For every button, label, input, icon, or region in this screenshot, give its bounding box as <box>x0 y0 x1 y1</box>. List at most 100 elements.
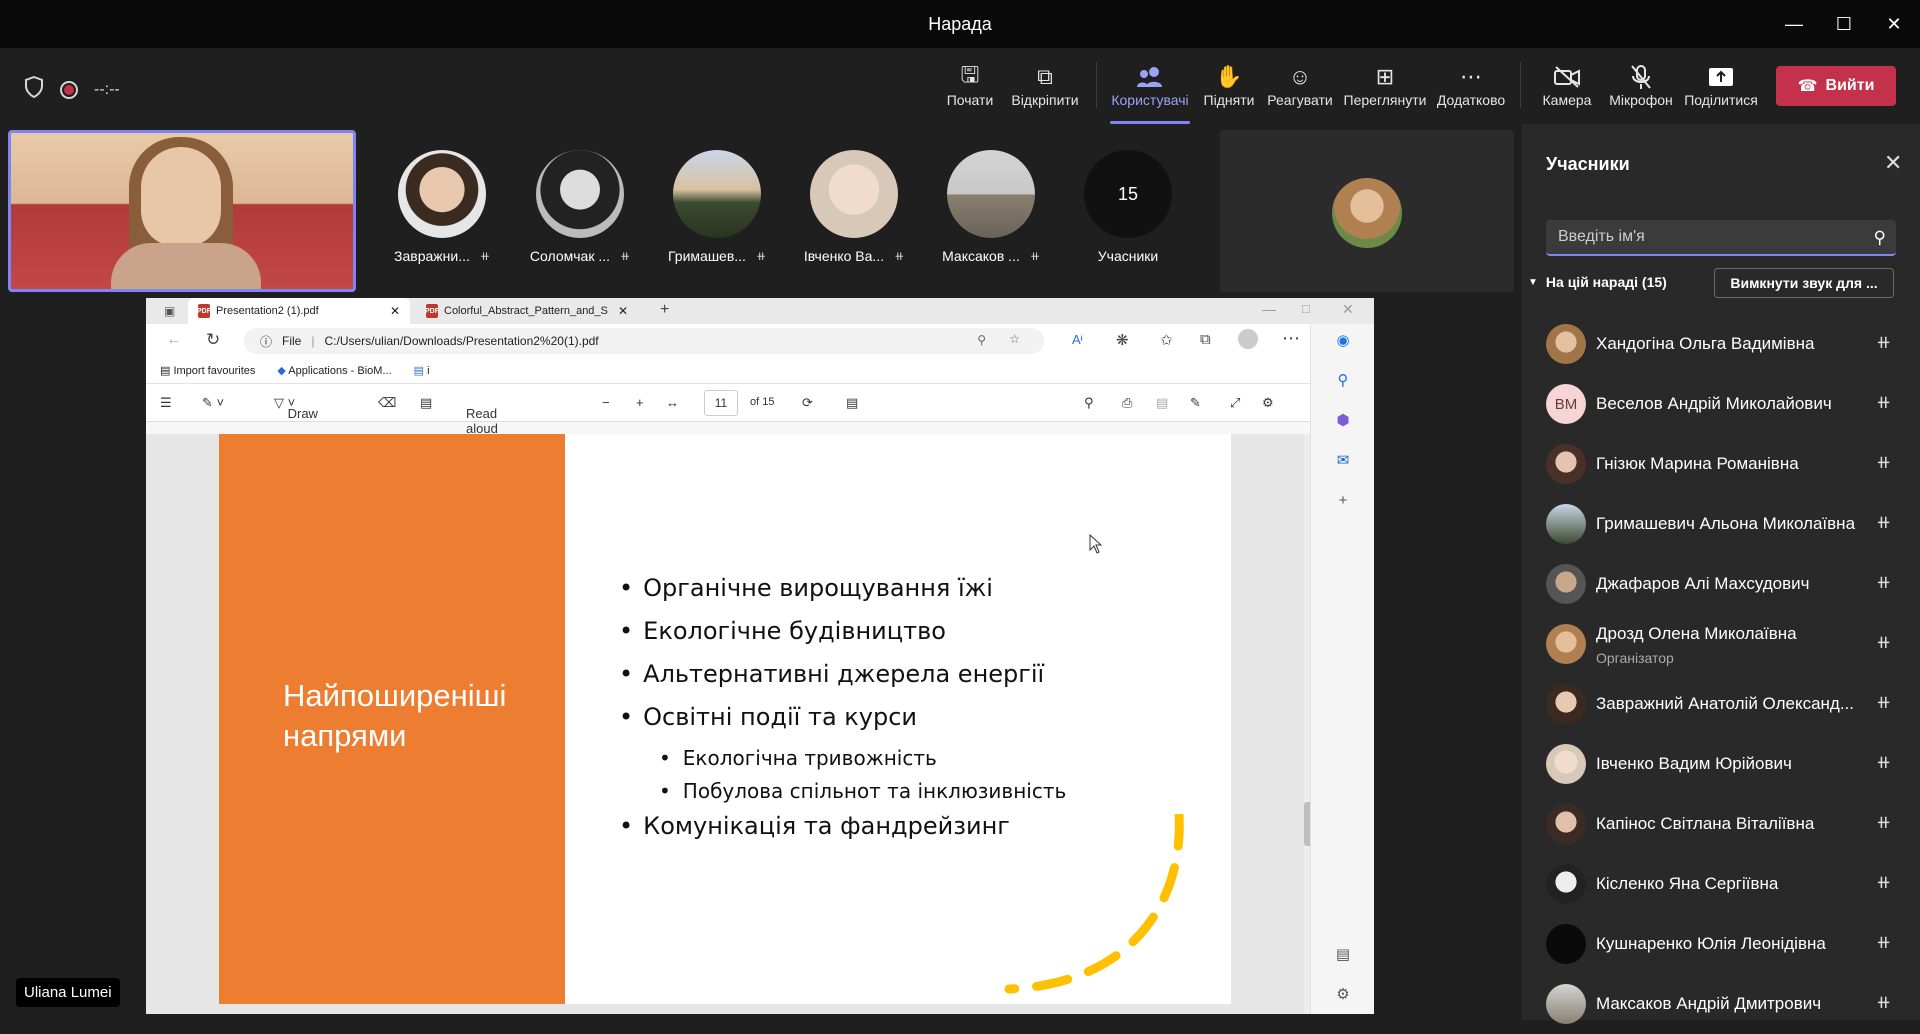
close-tab-icon[interactable]: ✕ <box>618 304 628 318</box>
contents-icon[interactable]: ☰ <box>160 395 172 411</box>
list-item[interactable]: Джафаров Алі Махсудович ⧺ <box>1522 554 1920 614</box>
zoom-out-icon[interactable]: − <box>602 395 610 410</box>
mic-off-icon[interactable]: ⧺ <box>1876 812 1891 833</box>
mic-off-icon[interactable]: ⧺ <box>1876 332 1891 353</box>
maximize-icon[interactable]: □ <box>1302 301 1310 316</box>
mic-off-icon[interactable]: ⧺ <box>1876 992 1891 1013</box>
favorite-star-icon[interactable]: ☆ <box>1009 332 1020 346</box>
close-icon[interactable]: ✕ <box>1884 150 1902 176</box>
favorite-item[interactable]: ◆ Applications - BioM... <box>277 364 391 377</box>
zoom-in-icon[interactable]: + <box>636 395 644 410</box>
list-item[interactable]: Дрозд Олена Миколаївна Організатор ⧺ <box>1522 614 1920 674</box>
participant-tile[interactable]: Завражни... ⧺ <box>382 150 502 264</box>
in-meeting-section[interactable]: ▼ На цій нараді (15) <box>1528 274 1667 290</box>
outlook-icon[interactable]: ✉ <box>1331 448 1355 472</box>
settings-icon[interactable]: ⚙ <box>1331 982 1355 1006</box>
camera-button[interactable]: Камера <box>1542 62 1592 116</box>
fullscreen-icon[interactable]: ⤢ <box>1230 395 1240 411</box>
tab-actions-icon[interactable]: ▣ <box>164 304 175 318</box>
settings-icon[interactable]: ⚙ <box>1262 395 1274 411</box>
people-button[interactable]: Користувачі <box>1110 62 1190 124</box>
raise-hand-button[interactable]: ✋ Підняти <box>1203 62 1255 116</box>
participant-name: Максаков ... <box>942 248 1020 264</box>
favorites-icon[interactable]: ✩ <box>1160 331 1173 349</box>
search-icon[interactable]: ⚲ <box>1084 395 1094 411</box>
close-icon[interactable]: ✕ <box>1876 10 1912 38</box>
search-icon[interactable]: ⚲ <box>1331 368 1355 392</box>
share-start-button[interactable]: 🖫 Почати <box>946 62 994 116</box>
list-item[interactable]: Капінос Світлана Віталіївна ⧺ <box>1522 794 1920 854</box>
minimize-icon[interactable]: — <box>1776 10 1812 38</box>
draw-button[interactable]: ▽ Draw ˅ <box>274 395 318 421</box>
search-icon[interactable]: ⚲ <box>1874 228 1886 248</box>
page-number-input[interactable]: 11 <box>704 390 738 416</box>
list-item[interactable]: Гнізюк Марина Романівна ⧺ <box>1522 434 1920 494</box>
more-button[interactable]: ⋯ Додатково <box>1436 62 1506 116</box>
list-item[interactable]: Гримашевич Альона Миколаївна ⧺ <box>1522 494 1920 554</box>
list-item[interactable]: Максаков Андрій Дмитрович ⧺ <box>1522 974 1920 1034</box>
bing-chat-icon[interactable]: ◉ <box>1331 328 1355 352</box>
text-icon[interactable]: ▤ <box>420 395 432 411</box>
mic-off-icon[interactable]: ⧺ <box>1876 572 1891 593</box>
list-item[interactable]: Завражний Анатолій Олександ... ⧺ <box>1522 674 1920 734</box>
zoom-icon[interactable]: ⚲ <box>977 333 986 347</box>
pop-out-button[interactable]: ⧉ Відкріпити <box>1010 62 1080 116</box>
tab-presentation[interactable]: PDF Presentation2 (1).pdf ✕ <box>188 298 410 324</box>
favorite-item[interactable]: ▤ i <box>414 364 430 377</box>
add-icon[interactable]: + <box>1331 488 1355 512</box>
participant-tile[interactable]: Івченко Ва... ⧺ <box>794 150 914 264</box>
list-item[interactable]: Івченко Вадим Юрійович ⧺ <box>1522 734 1920 794</box>
fit-width-icon[interactable]: ↔ <box>666 395 679 410</box>
print-icon[interactable]: ⎙ <box>1122 395 1132 411</box>
highlight-icon[interactable]: ✎ ˅ <box>202 395 224 411</box>
view-button[interactable]: ⊞ Переглянути <box>1344 62 1427 116</box>
participant-tile[interactable]: Соломчак ... ⧺ <box>520 150 640 264</box>
mic-off-icon[interactable]: ⧺ <box>1876 752 1891 773</box>
share-button[interactable]: Поділитися <box>1684 62 1758 116</box>
self-video[interactable] <box>8 130 356 292</box>
minimize-icon[interactable]: — <box>1262 301 1276 317</box>
favorite-item[interactable]: ▤ Import favourites <box>160 364 255 377</box>
more-icon[interactable]: ⋯ <box>1282 328 1300 349</box>
mic-off-icon[interactable]: ⧺ <box>1876 872 1891 893</box>
list-item[interactable]: Хандогіна Ольга Вадимівна ⧺ <box>1522 314 1920 374</box>
mic-off-icon[interactable]: ⧺ <box>1876 932 1891 953</box>
mic-off-icon[interactable]: ⧺ <box>1876 512 1891 533</box>
mic-off-icon[interactable]: ⧺ <box>1876 452 1891 473</box>
sidebar-toggle-icon[interactable]: ▤ <box>1331 942 1355 966</box>
mic-off-icon[interactable]: ⧺ <box>1876 632 1891 653</box>
mic-button[interactable]: Мікрофон <box>1608 62 1674 116</box>
participant-tile[interactable]: Максаков ... ⧺ <box>931 150 1051 264</box>
tab-colorful[interactable]: PDF Colorful_Abstract_Pattern_and_S ✕ <box>416 298 638 324</box>
eraser-icon[interactable]: ⌫ <box>378 395 396 411</box>
back-icon[interactable]: ← <box>166 331 182 349</box>
list-item[interactable]: ВМ Веселов Андрій Миколайович ⧺ <box>1522 374 1920 434</box>
close-icon[interactable]: ✕ <box>1342 301 1354 318</box>
mic-off-icon[interactable]: ⧺ <box>1876 692 1891 713</box>
mute-all-button[interactable]: Вимкнути звук для ... <box>1714 268 1894 298</box>
participants-count-tile[interactable]: 15 Учасники <box>1068 150 1188 264</box>
pdf-viewer[interactable]: Найпоширеніші напрями • Органічне вирощув… <box>146 434 1310 1014</box>
read-aloud-icon[interactable]: Aᶤ <box>1072 332 1083 347</box>
save-icon[interactable]: ▤ <box>1156 395 1168 411</box>
rotate-icon[interactable]: ⟳ <box>802 395 813 411</box>
collections-icon[interactable]: ⧉ <box>1200 331 1211 348</box>
mic-off-icon[interactable]: ⧺ <box>1876 392 1891 413</box>
list-item[interactable]: Кушнаренко Юлія Леонідівна ⧺ <box>1522 914 1920 974</box>
new-tab-icon[interactable]: + <box>660 301 669 319</box>
page-view-icon[interactable]: ▤ <box>846 395 858 411</box>
maximize-icon[interactable]: ☐ <box>1826 10 1862 38</box>
list-item[interactable]: Кісленко Яна Сергіївна ⧺ <box>1522 854 1920 914</box>
react-button[interactable]: ☺ Реагувати <box>1267 62 1332 116</box>
speaker-tile[interactable] <box>1220 130 1514 292</box>
url-field[interactable]: ⓘ File | C:/Users/ulian/Downloads/Presen… <box>244 328 1044 354</box>
save-as-icon[interactable]: ✎ <box>1190 395 1201 411</box>
close-tab-icon[interactable]: ✕ <box>390 304 400 318</box>
reload-icon[interactable]: ↻ <box>206 330 220 350</box>
participant-tile[interactable]: Гримашев... ⧺ <box>657 150 777 264</box>
participant-search-input[interactable]: Введіть ім'я ⚲ <box>1546 220 1896 256</box>
profile-icon[interactable] <box>1238 329 1258 349</box>
extensions-icon[interactable]: ❋ <box>1116 331 1129 349</box>
leave-button[interactable]: ☎ Вийти <box>1776 66 1896 106</box>
office-icon[interactable]: ⬢ <box>1331 408 1355 432</box>
